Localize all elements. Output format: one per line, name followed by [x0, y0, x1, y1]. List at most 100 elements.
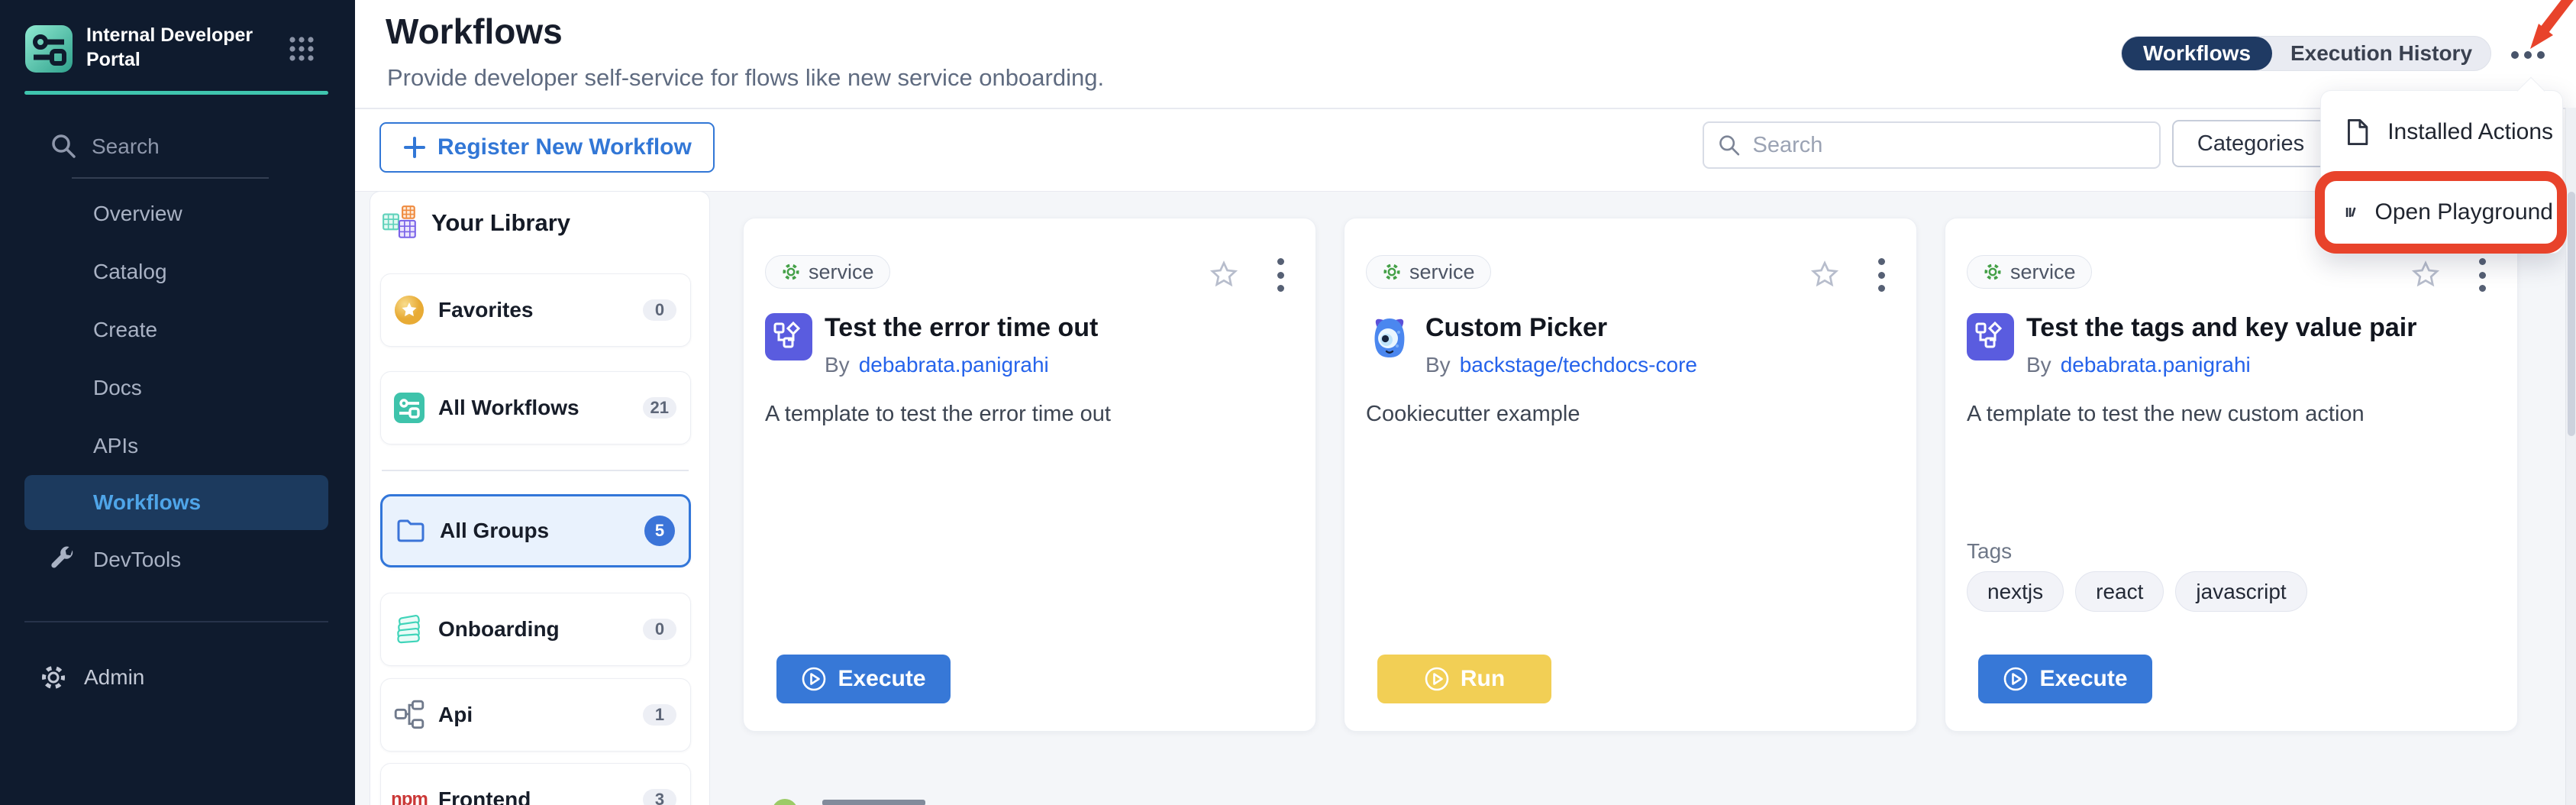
- count-badge: 0: [643, 299, 676, 321]
- gear-icon: [1983, 262, 2003, 282]
- tags-label: Tags: [1967, 539, 2012, 564]
- star-badge-icon: [394, 295, 424, 325]
- workflow-card: service Test the error time out Bydebabr…: [743, 218, 1316, 732]
- sidebar-search[interactable]: Search: [50, 128, 302, 182]
- library-header: Your Library: [381, 204, 570, 242]
- sidebar-item-docs[interactable]: Docs: [24, 360, 328, 415]
- sidebar-item-apis[interactable]: APIs: [24, 419, 328, 474]
- favorite-star-icon[interactable]: [1809, 260, 1840, 294]
- card-description: Cookiecutter example: [1366, 402, 1896, 427]
- apps-grid-icon[interactable]: [288, 35, 315, 63]
- author-link[interactable]: debabrata.panigrahi: [2061, 353, 2251, 377]
- library-item-api[interactable]: Api 1: [380, 678, 691, 752]
- more-menu-popover: Installed Actions Open Playground: [2320, 90, 2563, 254]
- sidebar-accent-rule: [24, 91, 328, 95]
- tag-chip[interactable]: react: [2075, 571, 2164, 612]
- count-badge: 21: [643, 397, 676, 419]
- run-button[interactable]: Run: [1377, 655, 1551, 703]
- card-title: Test the error time out: [825, 313, 1098, 343]
- library-item-onboarding[interactable]: Onboarding 0: [380, 593, 691, 666]
- page-title: Workflows: [386, 11, 563, 52]
- more-menu-button[interactable]: [2511, 44, 2545, 66]
- count-badge: 0: [643, 619, 676, 640]
- card-menu-icon[interactable]: [1276, 258, 1285, 292]
- card-title: Custom Picker: [1425, 313, 1607, 343]
- workflow-tile-icon: [394, 393, 424, 423]
- card-author-row: Bybackstage/techdocs-core: [1425, 353, 1697, 377]
- service-chip: service: [1366, 255, 1491, 289]
- library-item-frontend[interactable]: npm Frontend 3: [380, 763, 691, 805]
- app-title: Internal Developer Portal: [86, 23, 285, 72]
- favorite-star-icon[interactable]: [1209, 260, 1239, 294]
- gear-icon: [781, 262, 801, 282]
- sidebar-item-devtools[interactable]: DevTools: [24, 532, 328, 587]
- document-icon: [2345, 118, 2369, 147]
- register-workflow-button[interactable]: Register New Workflow: [379, 122, 715, 173]
- workflow-card: service Custom Picker: [1344, 218, 1917, 732]
- card-menu-icon[interactable]: [2478, 258, 2487, 292]
- monster-icon: [1366, 313, 1413, 360]
- service-chip: service: [1967, 255, 2092, 289]
- library-icon: [2345, 199, 2357, 225]
- sidebar-item-workflows[interactable]: Workflows: [24, 475, 328, 530]
- library-item-favorites[interactable]: Favorites 0: [380, 273, 691, 347]
- card-menu-icon[interactable]: [1877, 258, 1886, 292]
- sidebar-search-underline: [72, 177, 269, 179]
- wrench-icon: [49, 545, 78, 574]
- menu-item-open-playground[interactable]: Open Playground: [2332, 185, 2553, 240]
- card-title: Test the tags and key value pair: [2026, 313, 2416, 343]
- tab-execution-history[interactable]: Execution History: [2272, 37, 2490, 70]
- sidebar-search-placeholder: Search: [92, 134, 160, 159]
- workflow-search: [1703, 121, 2161, 169]
- card-description: A template to test the new custom action: [1967, 402, 2497, 427]
- execute-button[interactable]: Execute: [1978, 655, 2152, 703]
- author-link[interactable]: debabrata.panigrahi: [859, 353, 1049, 377]
- workflow-card: service Test the tags and key value pair…: [1945, 218, 2518, 732]
- categories-button[interactable]: Categories: [2172, 120, 2329, 167]
- card-author-row: Bydebabrata.panigrahi: [2026, 353, 2251, 377]
- sidebar-divider: [24, 621, 328, 622]
- library-title: Your Library: [431, 209, 570, 237]
- play-icon: [2003, 666, 2029, 692]
- template-icon: [1967, 313, 2014, 360]
- tag-chip[interactable]: nextjs: [1967, 571, 2064, 612]
- npm-logo: npm: [394, 784, 424, 805]
- author-link[interactable]: backstage/techdocs-core: [1460, 353, 1697, 377]
- library-item-all-workflows[interactable]: All Workflows 21: [380, 371, 691, 445]
- popover-notch: [2517, 77, 2545, 105]
- cubes-icon: [381, 204, 419, 242]
- scrollbar[interactable]: [2565, 108, 2576, 805]
- tag-chip[interactable]: javascript: [2175, 571, 2306, 612]
- sidebar-item-overview[interactable]: Overview: [24, 186, 328, 241]
- tags-row: nextjs react javascript: [1967, 571, 2307, 612]
- search-icon: [50, 133, 76, 159]
- library-item-all-groups[interactable]: All Groups 5: [380, 494, 691, 567]
- library-divider: [382, 470, 689, 471]
- next-section-text-clipped: [822, 800, 925, 805]
- library-panel: Your Library Favorites 0: [370, 191, 710, 805]
- folder-icon: [395, 516, 426, 546]
- logo-glyph: [25, 25, 73, 73]
- app-logo: [25, 25, 73, 73]
- layers-icon: [394, 614, 424, 645]
- favorite-star-icon[interactable]: [2410, 260, 2441, 294]
- gear-icon: [1382, 262, 1402, 282]
- search-icon: [1718, 133, 1741, 157]
- sidebar-item-catalog[interactable]: Catalog: [24, 244, 328, 299]
- service-chip: service: [765, 255, 890, 289]
- sidebar-item-admin[interactable]: Admin: [40, 660, 269, 695]
- count-badge: 5: [644, 516, 675, 546]
- tab-workflows[interactable]: Workflows: [2122, 37, 2272, 70]
- menu-item-installed-actions[interactable]: Installed Actions: [2332, 105, 2553, 160]
- play-icon: [801, 666, 827, 692]
- page-subtitle: Provide developer self-service for flows…: [387, 64, 1104, 92]
- sidebar-item-create[interactable]: Create: [24, 302, 328, 357]
- count-badge: 3: [643, 789, 676, 805]
- view-toggle: Workflows Execution History: [2121, 36, 2491, 71]
- plus-icon: [402, 135, 427, 160]
- workflow-search-input[interactable]: [1751, 132, 2146, 159]
- header-divider: [355, 108, 2576, 109]
- execute-button[interactable]: Execute: [776, 655, 951, 703]
- main-area: Workflows Provide developer self-service…: [355, 0, 2576, 805]
- scrollbar-thumb[interactable]: [2568, 192, 2575, 436]
